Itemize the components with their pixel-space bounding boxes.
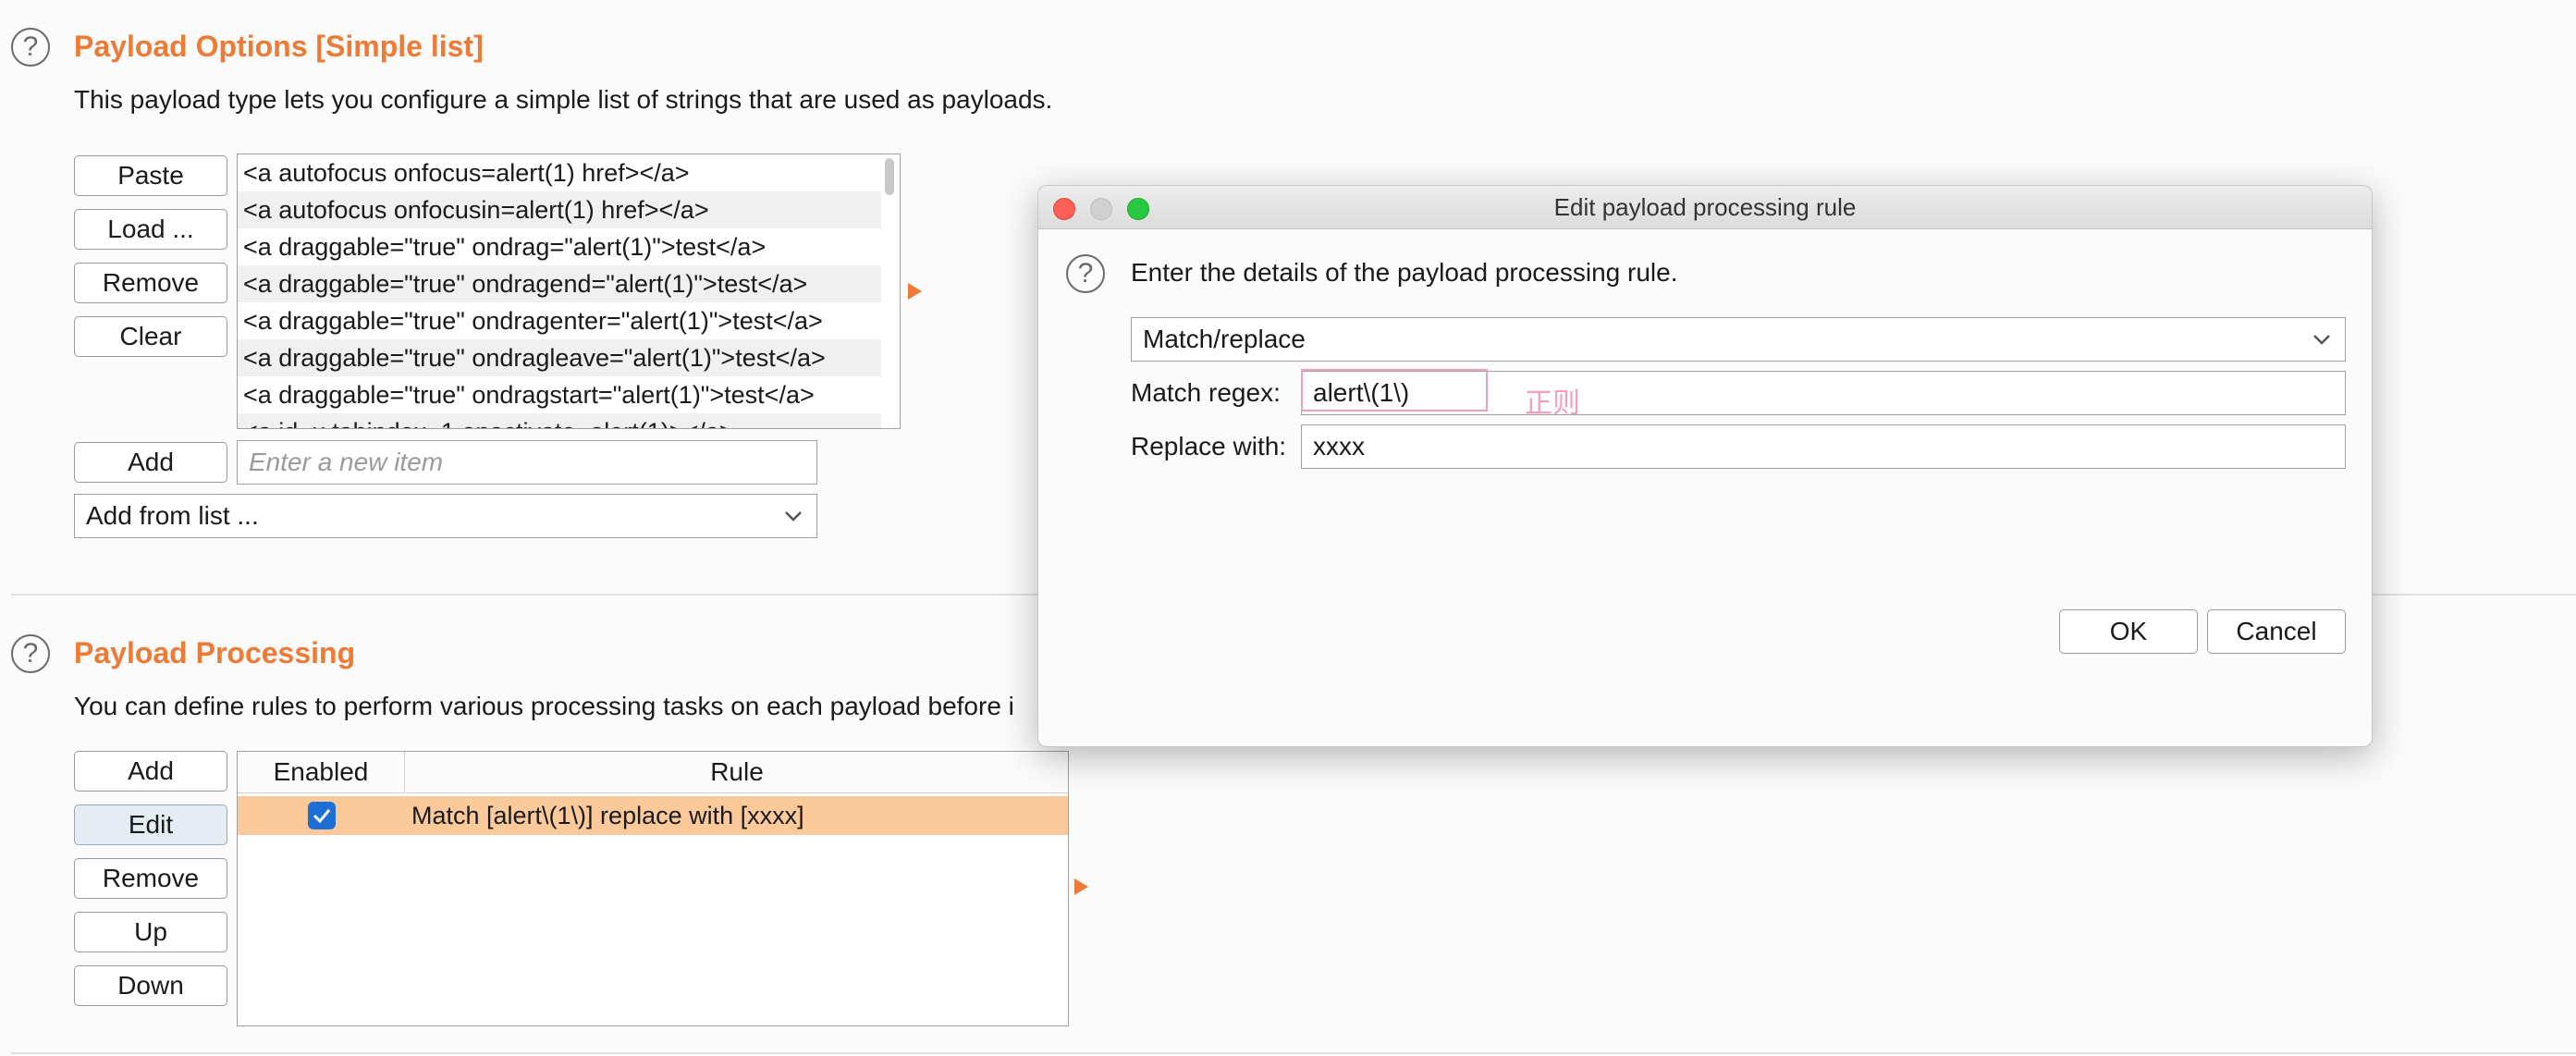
load-button[interactable]: Load ... (74, 209, 227, 250)
add-from-list-select[interactable]: Add from list ... (74, 494, 817, 538)
list-item[interactable]: <a autofocus onfocusin=alert(1) href></a… (238, 191, 881, 228)
expand-arrow-icon[interactable] (908, 283, 922, 300)
add-rule-button[interactable]: Add (74, 751, 227, 792)
payload-options-title: Payload Options [Simple list] (74, 30, 484, 63)
list-item[interactable]: <a draggable="true" ondragenter="alert(1… (238, 302, 881, 339)
dialog-title: Edit payload processing rule (1553, 193, 1857, 221)
regex-annotation: 正则 (1525, 387, 1580, 420)
add-from-list-value: Add from list ... (86, 501, 259, 530)
chevron-down-icon (785, 511, 802, 522)
help-icon[interactable]: ? (11, 28, 50, 67)
table-row[interactable]: Match [alert\(1\)] replace with [xxxx] (238, 796, 1068, 835)
enabled-checkbox[interactable] (308, 802, 336, 829)
payload-processing-description: You can define rules to perform various … (74, 692, 1014, 720)
rules-table[interactable]: Enabled Rule Match [alert\(1\)] replace … (237, 751, 1069, 1026)
payload-list[interactable]: <a autofocus onfocus=alert(1) href></a> … (237, 153, 901, 429)
list-item[interactable]: <a draggable="true" ondrag="alert(1)">te… (238, 228, 881, 265)
clear-button[interactable]: Clear (74, 316, 227, 357)
payload-processing-title: Payload Processing (74, 636, 356, 669)
paste-button[interactable]: Paste (74, 155, 227, 196)
down-button[interactable]: Down (74, 965, 227, 1006)
expand-arrow-icon[interactable] (1074, 878, 1088, 895)
edit-rule-dialog: Edit payload processing rule ? Enter the… (1037, 185, 2373, 747)
list-item[interactable]: <a draggable="true" ondragend="alert(1)"… (238, 265, 881, 302)
new-item-placeholder: Enter a new item (249, 448, 444, 476)
match-regex-label: Match regex: (1131, 378, 1281, 407)
checkmark-icon (313, 809, 331, 824)
list-item[interactable]: <a autofocus onfocus=alert(1) href></a> (238, 154, 881, 191)
replace-with-input[interactable]: xxxx (1301, 424, 2346, 469)
remove-rule-button[interactable]: Remove (74, 858, 227, 899)
ok-button[interactable]: OK (2059, 609, 2198, 654)
replace-with-value: xxxx (1313, 432, 1365, 460)
new-item-input[interactable]: Enter a new item (237, 440, 817, 485)
payload-options-description: This payload type lets you configure a s… (74, 85, 1053, 114)
help-icon[interactable]: ? (1066, 254, 1105, 293)
chevron-down-icon (2313, 335, 2330, 345)
up-button[interactable]: Up (74, 912, 227, 952)
remove-button[interactable]: Remove (74, 263, 227, 303)
add-item-button[interactable]: Add (74, 442, 227, 483)
highlight-box (1301, 369, 1488, 411)
cancel-button[interactable]: Cancel (2207, 609, 2346, 654)
column-header-rule[interactable]: Rule (406, 752, 1068, 793)
dialog-titlebar[interactable]: Edit payload processing rule (1038, 186, 2372, 229)
edit-rule-button[interactable]: Edit (74, 804, 227, 845)
dialog-prompt: Enter the details of the payload process… (1131, 258, 1678, 287)
list-item[interactable]: <a draggable="true" ondragleave="alert(1… (238, 339, 881, 376)
rule-cell: Match [alert\(1\)] replace with [xxxx] (411, 802, 804, 829)
rule-type-select[interactable]: Match/replace (1131, 317, 2346, 362)
replace-with-label: Replace with: (1131, 432, 1287, 460)
list-item[interactable]: <a draggable="true" ondragstart="alert(1… (238, 376, 881, 413)
rule-type-value: Match/replace (1143, 325, 1306, 353)
list-item[interactable]: <a id=x tabindex=1 onactivate=alert(1)><… (238, 413, 881, 428)
bottom-divider (11, 1052, 2576, 1054)
help-icon[interactable]: ? (11, 634, 50, 673)
list-scrollbar[interactable] (885, 158, 894, 195)
column-header-enabled[interactable]: Enabled (238, 752, 405, 793)
